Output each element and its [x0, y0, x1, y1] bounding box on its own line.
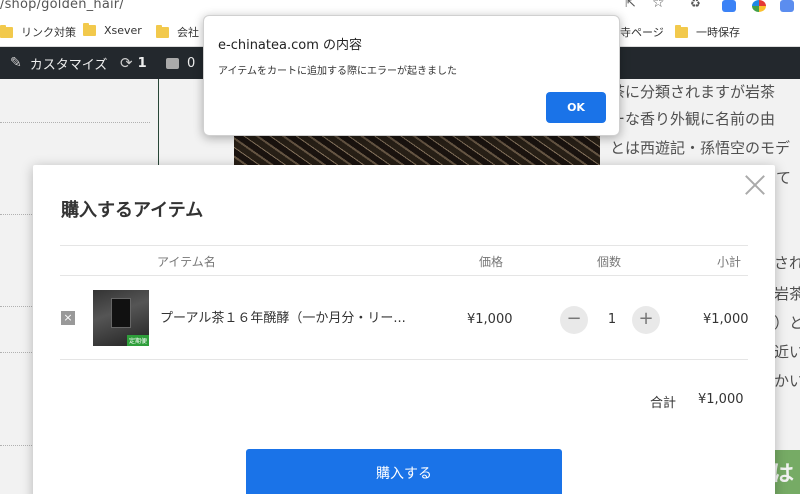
share-icon[interactable]: ⇱ [625, 0, 636, 11]
cart-item-row: × 定期便 プーアル茶１６年醗酵（一か月分・リー... ¥1,000 − + ¥… [60, 276, 749, 360]
updates-link[interactable]: ⟳ 1 [120, 47, 147, 79]
column-quantity: 個数 [597, 255, 622, 269]
modal-title: 購入するアイテム [61, 200, 204, 221]
alert-ok-button[interactable]: OK [546, 92, 606, 123]
recycle-icon[interactable]: ♻ [690, 0, 701, 10]
address-bar[interactable]: /shop/golden_hair/ ⇱ ☆ ♻ [0, 0, 800, 16]
bookmark-ichiji-hozon[interactable]: 一時保存 [675, 24, 740, 40]
folder-icon [675, 24, 688, 38]
folder-icon [0, 24, 13, 38]
refresh-icon: ⟳ [120, 54, 133, 72]
column-subtotal: 小計 [717, 255, 742, 269]
alert-dialog: e-chinatea.com の内容 アイテムをカートに追加する際にエラーが起き… [203, 15, 620, 136]
folder-icon [156, 24, 169, 38]
column-item-name: アイテム名 [157, 255, 216, 269]
bookmark-star-icon[interactable]: ☆ [652, 0, 665, 11]
bookmark-tera-page[interactable]: 寺ページ [620, 24, 664, 40]
purchase-button[interactable]: 購入する [246, 449, 562, 494]
column-price: 価格 [479, 255, 504, 269]
total-label: 合計 [650, 396, 677, 411]
remove-item-button[interactable]: × [61, 311, 75, 325]
item-subtotal: ¥1,000 [703, 312, 749, 327]
tea-package-image [111, 298, 131, 328]
alert-message: アイテムをカートに追加する際にエラーが起きました [218, 66, 457, 77]
comment-icon [166, 57, 179, 69]
subscription-tag: 定期便 [126, 335, 149, 346]
item-price: ¥1,000 [467, 312, 513, 327]
close-icon[interactable] [743, 173, 767, 197]
puzzle-extension-icon[interactable] [780, 0, 794, 12]
customize-link[interactable]: ✎ カスタマイズ [10, 47, 107, 79]
folder-icon [83, 23, 96, 36]
quantity-input[interactable] [597, 312, 627, 327]
url-text: /shop/golden_hair/ [0, 0, 124, 12]
quantity-minus-button[interactable]: − [560, 306, 588, 334]
product-thumbnail: 定期便 [93, 290, 149, 346]
brush-icon: ✎ [10, 55, 22, 71]
bookmark-kaisha[interactable]: 会社 [156, 24, 199, 40]
product-name[interactable]: プーアル茶１６年醗酵（一か月分・リー... [160, 307, 406, 326]
extension-icon[interactable] [722, 0, 736, 12]
colorful-extension-icon[interactable] [752, 0, 766, 12]
comments-link[interactable]: 0 [166, 47, 195, 79]
bookmark-link-taisaku[interactable]: リンク対策 [0, 24, 76, 40]
total-value: ¥1,000 [698, 392, 744, 407]
cart-table-header: アイテム名 価格 個数 小計 [60, 245, 748, 276]
cart-modal: 購入するアイテム アイテム名 価格 個数 小計 × 定期便 プーアル茶１６年醗酵… [33, 165, 775, 494]
quantity-plus-button[interactable]: + [632, 306, 660, 334]
bookmark-xsever[interactable]: Xsever [83, 23, 142, 37]
alert-title: e-chinatea.com の内容 [218, 38, 362, 53]
